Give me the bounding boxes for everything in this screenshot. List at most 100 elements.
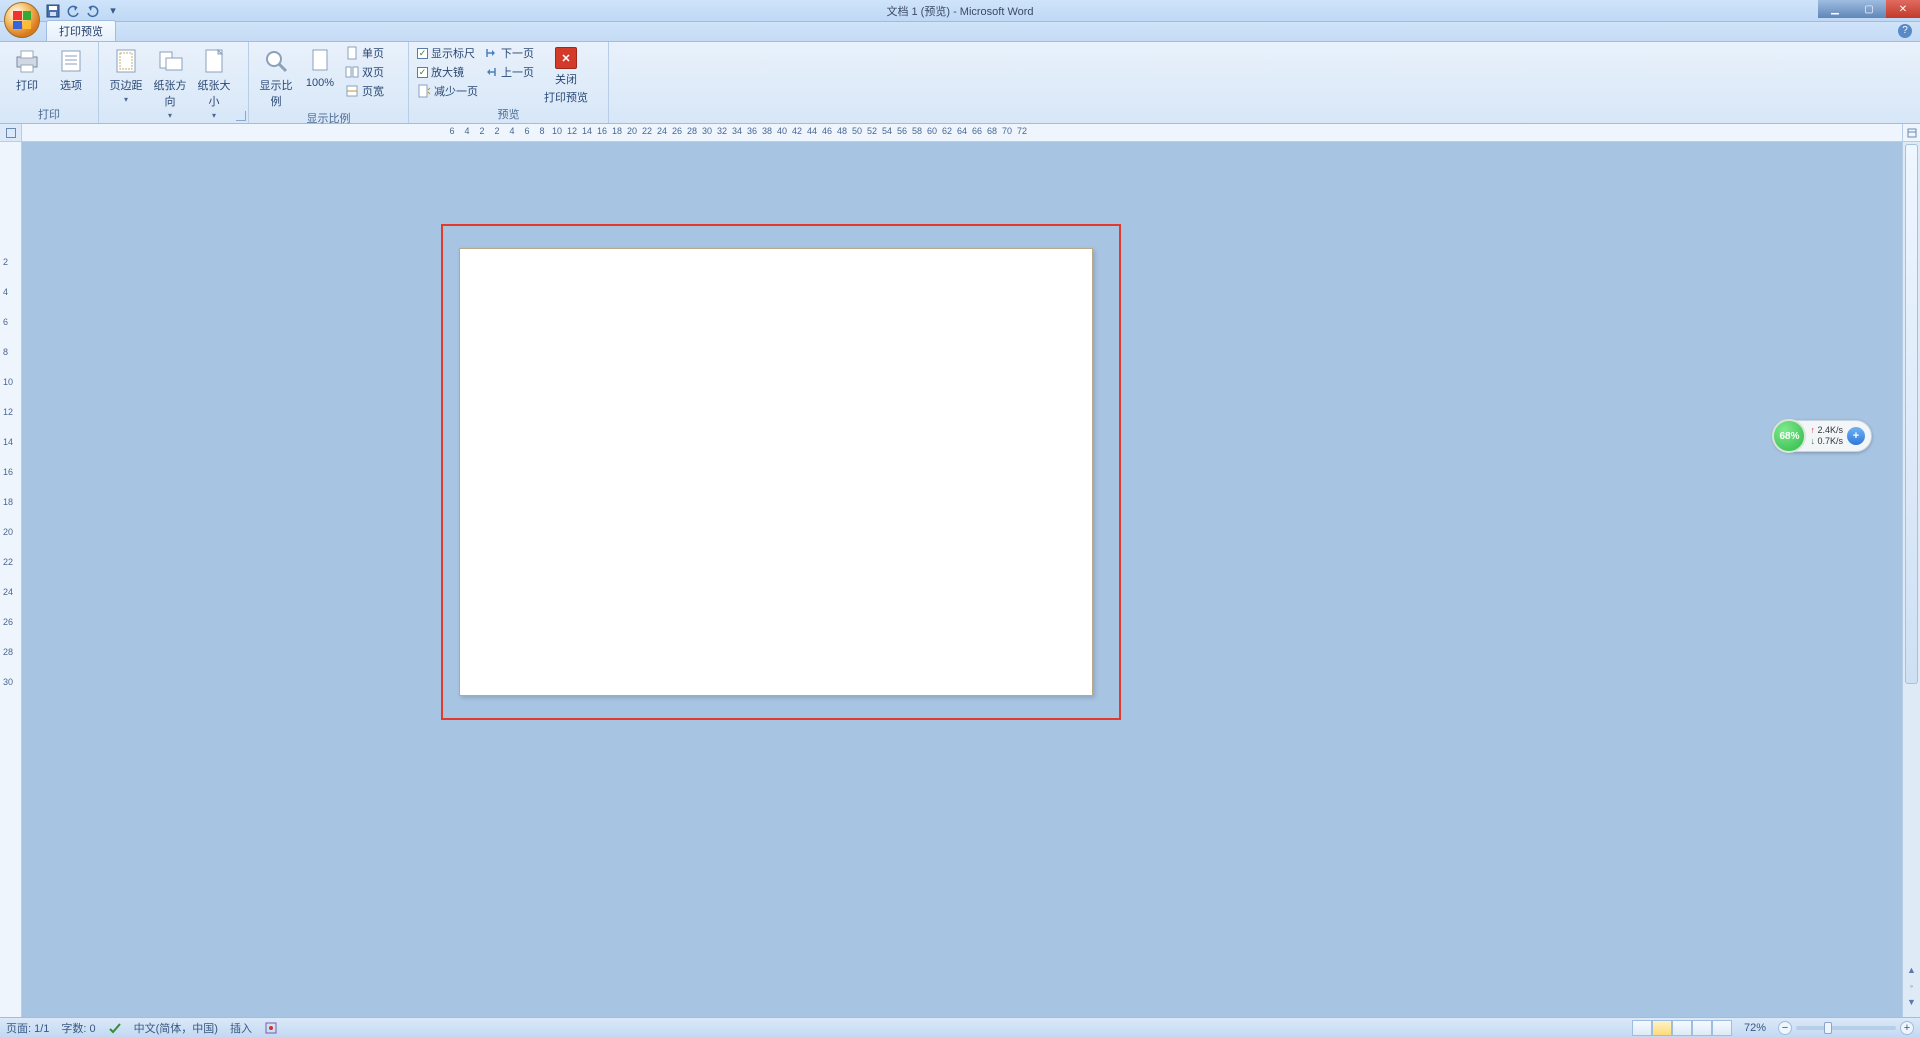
two-pages-button[interactable]: 双页 [343,63,386,81]
h-ruler-mark: 68 [987,126,997,136]
prev-page-button[interactable]: 上一页 [482,63,536,81]
zoom-button[interactable]: 显示比例 [255,44,297,109]
v-ruler-mark: 26 [3,617,13,627]
shrink-one-page-button[interactable]: 减少一页 [415,82,480,100]
vertical-scrollbar[interactable]: ▲ ◦ ▼ [1902,142,1920,1017]
h-ruler-mark: 48 [837,126,847,136]
tab-print-preview[interactable]: 打印预览 [46,20,116,41]
view-buttons [1632,1020,1732,1036]
network-monitor-widget[interactable]: 68% ↑ 2.4K/s ↓ 0.7K/s + [1773,420,1872,452]
next-page-button[interactable]: 下一页 [482,44,536,62]
h-ruler-mark: 32 [717,126,727,136]
group-print: 打印 选项 打印 [0,42,99,123]
show-ruler-checkbox[interactable]: ✓ 显示标尺 [415,44,480,62]
close-label-2: 打印预览 [544,89,588,105]
status-insert-mode[interactable]: 插入 [230,1020,252,1036]
margins-button[interactable]: 页边距 [105,44,147,104]
maximize-button[interactable]: ▢ [1852,0,1886,18]
h-ruler-mark: 40 [777,126,787,136]
widget-expand-icon[interactable]: + [1847,427,1865,445]
one-page-button[interactable]: 单页 [343,44,386,62]
download-arrow-icon: ↓ [1810,436,1815,446]
h-ruler-mark: 42 [792,126,802,136]
document-page[interactable] [459,248,1093,696]
ribbon-tabs: 打印预览 ? [0,22,1920,42]
orientation-label: 纸张方向 [149,77,191,109]
status-words[interactable]: 字数: 0 [61,1020,95,1036]
v-ruler-mark: 20 [3,527,13,537]
h-ruler-mark: 62 [942,126,952,136]
redo-icon[interactable] [86,4,100,18]
h-ruler-mark: 54 [882,126,892,136]
qat-customize-icon[interactable]: ▾ [106,4,120,18]
ruler-tab-selector[interactable] [0,124,22,142]
orientation-button[interactable]: 纸张方向 [149,44,191,120]
zoom-out-button[interactable]: − [1778,1021,1792,1035]
v-ruler-mark: 8 [3,347,8,357]
h-ruler-mark: 28 [687,126,697,136]
proofing-icon[interactable] [108,1021,122,1035]
ruler-toggle-button[interactable] [1902,124,1920,142]
undo-icon[interactable] [66,4,80,18]
status-language[interactable]: 中文(简体，中国) [134,1020,218,1036]
view-print-layout-button[interactable] [1632,1020,1652,1036]
group-preview: ✓ 显示标尺 ✓ 放大镜 减少一页 下一页 [409,42,609,123]
view-fullscreen-reading-button[interactable] [1652,1020,1672,1036]
view-outline-button[interactable] [1692,1020,1712,1036]
h-ruler-mark: 46 [822,126,832,136]
view-draft-button[interactable] [1712,1020,1732,1036]
status-page[interactable]: 页面: 1/1 [6,1020,49,1036]
h-ruler-mark: 20 [627,126,637,136]
hundred-button[interactable]: 100% [299,44,341,89]
v-ruler-mark: 22 [3,557,13,567]
document-canvas[interactable] [22,142,1902,1017]
shrink-page-icon [417,84,431,98]
horizontal-ruler[interactable]: 6422468101214161820222426283032343638404… [22,124,1920,141]
upload-arrow-icon: ↑ [1810,425,1815,435]
h-ruler-mark: 38 [762,126,772,136]
h-ruler-mark: 70 [1002,126,1012,136]
network-rates: ↑ 2.4K/s ↓ 0.7K/s [1806,425,1847,447]
page-100-icon [306,47,334,75]
size-button[interactable]: 纸张大小 [193,44,235,120]
v-ruler-mark: 6 [3,317,8,327]
v-ruler-mark: 28 [3,647,13,657]
v-ruler-mark: 4 [3,287,8,297]
title-bar: ▾ 文档 1 (预览) - Microsoft Word ▁ ▢ ✕ [0,0,1920,22]
v-ruler-mark: 24 [3,587,13,597]
options-button[interactable]: 选项 [50,44,92,93]
h-ruler-mark: 18 [612,126,622,136]
magnifier-icon [262,47,290,75]
zoom-knob[interactable] [1824,1022,1832,1034]
close-preview-button[interactable]: ✕ 关闭 打印预览 [538,44,594,105]
margins-label: 页边距 [110,77,143,93]
minimize-button[interactable]: ▁ [1818,0,1852,18]
status-zoom-value[interactable]: 72% [1744,1022,1766,1034]
office-button[interactable] [4,2,40,38]
h-ruler-mark: 6 [524,126,529,136]
prev-page-icon [484,65,498,79]
ribbon: 打印 选项 打印 页边距 纸张方向 [0,42,1920,124]
h-ruler-mark: 66 [972,126,982,136]
shrink-label: 减少一页 [434,83,478,99]
browse-object-icon[interactable]: ◦ [1905,979,1918,993]
group-print-label: 打印 [6,105,92,123]
help-icon[interactable]: ? [1898,24,1912,38]
magnifier-checkbox[interactable]: ✓ 放大镜 [415,63,480,81]
options-label: 选项 [60,77,82,93]
page-width-button[interactable]: 页宽 [343,82,386,100]
page-setup-dialog-launcher[interactable] [236,111,246,121]
browse-prev-icon[interactable]: ▲ [1905,963,1918,977]
zoom-track[interactable] [1796,1026,1896,1030]
vertical-ruler[interactable]: 24681012141618202224262830 [0,142,22,1017]
scrollbar-thumb[interactable] [1905,144,1918,684]
close-button[interactable]: ✕ [1886,0,1920,18]
save-icon[interactable] [46,4,60,18]
office-logo-icon [13,11,31,29]
view-web-layout-button[interactable] [1672,1020,1692,1036]
zoom-in-button[interactable]: + [1900,1021,1914,1035]
print-button[interactable]: 打印 [6,44,48,93]
prev-page-label: 上一页 [501,64,534,80]
macro-record-icon[interactable] [264,1021,278,1035]
browse-next-icon[interactable]: ▼ [1905,995,1918,1009]
